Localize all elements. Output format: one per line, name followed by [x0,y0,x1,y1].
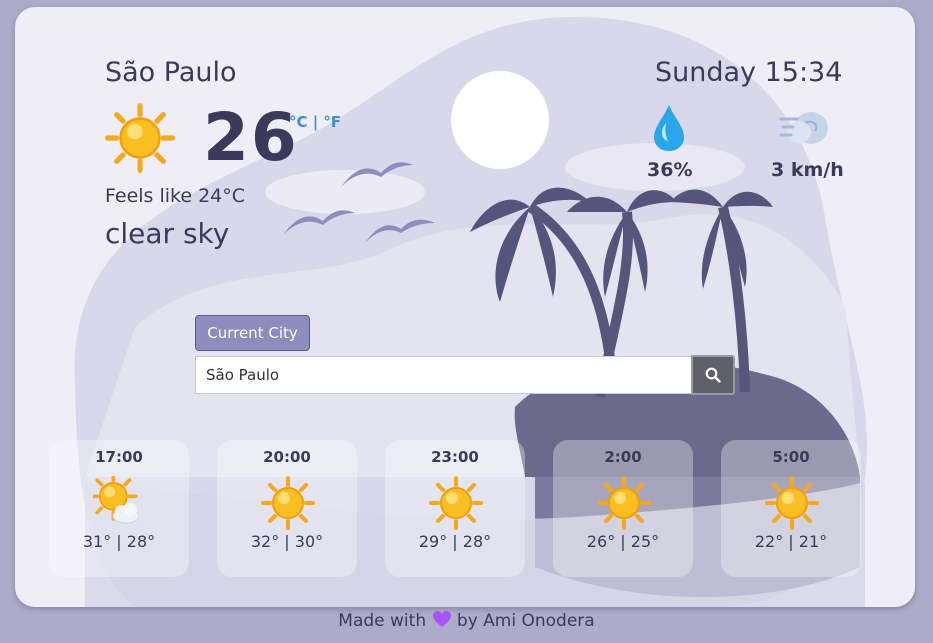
city-search-input[interactable] [195,356,691,394]
forecast-card: 20:00 32° | 30° [217,440,357,577]
forecast-time: 2:00 [604,448,642,466]
forecast-range: 32° | 30° [250,532,324,551]
sun-icon [765,476,819,530]
current-datetime: Sunday 15:34 [655,57,843,88]
sun-icon [105,103,175,173]
weather-card: São Paulo Sunday 15:34 26 °C | °F Feels … [15,7,915,607]
footer-suffix: by Ami Onodera [456,611,595,631]
forecast-card: 23:00 29° | 28° [385,440,525,577]
forecast-range: 26° | 25° [586,532,660,551]
forecast-time: 5:00 [772,448,810,466]
search-icon [705,367,721,383]
search-button[interactable] [691,355,735,395]
forecast-card: 2:00 26° | 25° [553,440,693,577]
weather-description: clear sky [105,217,230,250]
water-drop-icon [654,105,684,151]
humidity-value: 36% [647,159,693,181]
purple-heart-icon [432,611,451,627]
forecast-card: 5:00 22° | 21° [721,440,861,577]
sun-icon [429,476,483,530]
sun-icon [597,476,651,530]
forecast-time: 20:00 [263,448,311,466]
wind-speed-value: 3 km/h [771,159,844,181]
forecast-range: 29° | 28° [418,532,492,551]
current-city-button[interactable]: Current City [195,315,310,351]
temperature-value: 26 [203,99,299,176]
forecast-time: 17:00 [95,448,143,466]
city-name: São Paulo [105,57,237,88]
wind-icon [779,112,828,144]
footer-prefix: Made with [338,611,427,631]
forecast-range: 31° | 28° [82,532,156,551]
forecast-range: 22° | 21° [754,532,828,551]
unit-toggle[interactable]: °C | °F [289,113,341,131]
sun-icon [261,476,315,530]
forecast-time: 23:00 [431,448,479,466]
feels-like: Feels like 24°C [105,185,246,207]
footer-credit: Made with by Ami Onodera [0,610,933,631]
sun-behind-cloud-icon [93,476,140,524]
forecast-card: 17:00 31° | 28° [49,440,189,577]
